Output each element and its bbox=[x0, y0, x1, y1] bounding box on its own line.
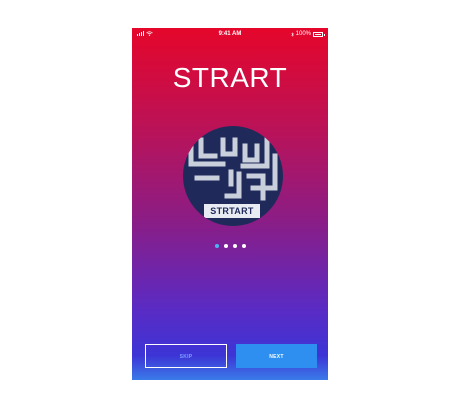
page-dot[interactable] bbox=[232, 244, 237, 248]
phone-screen: 9:41 AM 100% STRART STRTART SKIP NEXT bbox=[132, 28, 328, 380]
logo-image: STRTART bbox=[183, 126, 283, 226]
logo-text: STRTART bbox=[204, 204, 260, 218]
bluetooth-icon bbox=[290, 31, 294, 37]
onboarding-title: STRART bbox=[172, 62, 288, 93]
page-indicator bbox=[132, 244, 328, 248]
status-bar: 9:41 AM 100% bbox=[132, 28, 328, 42]
skip-button[interactable]: SKIP bbox=[145, 344, 227, 368]
page-dot-active[interactable] bbox=[214, 244, 219, 248]
battery-icon bbox=[313, 31, 325, 37]
battery-fill bbox=[315, 33, 321, 35]
page-dot[interactable] bbox=[241, 244, 246, 248]
status-right: 100% bbox=[290, 31, 325, 37]
page-dot[interactable] bbox=[223, 244, 228, 248]
battery-percent: 100% bbox=[295, 31, 311, 37]
next-button[interactable]: NEXT bbox=[236, 344, 317, 368]
